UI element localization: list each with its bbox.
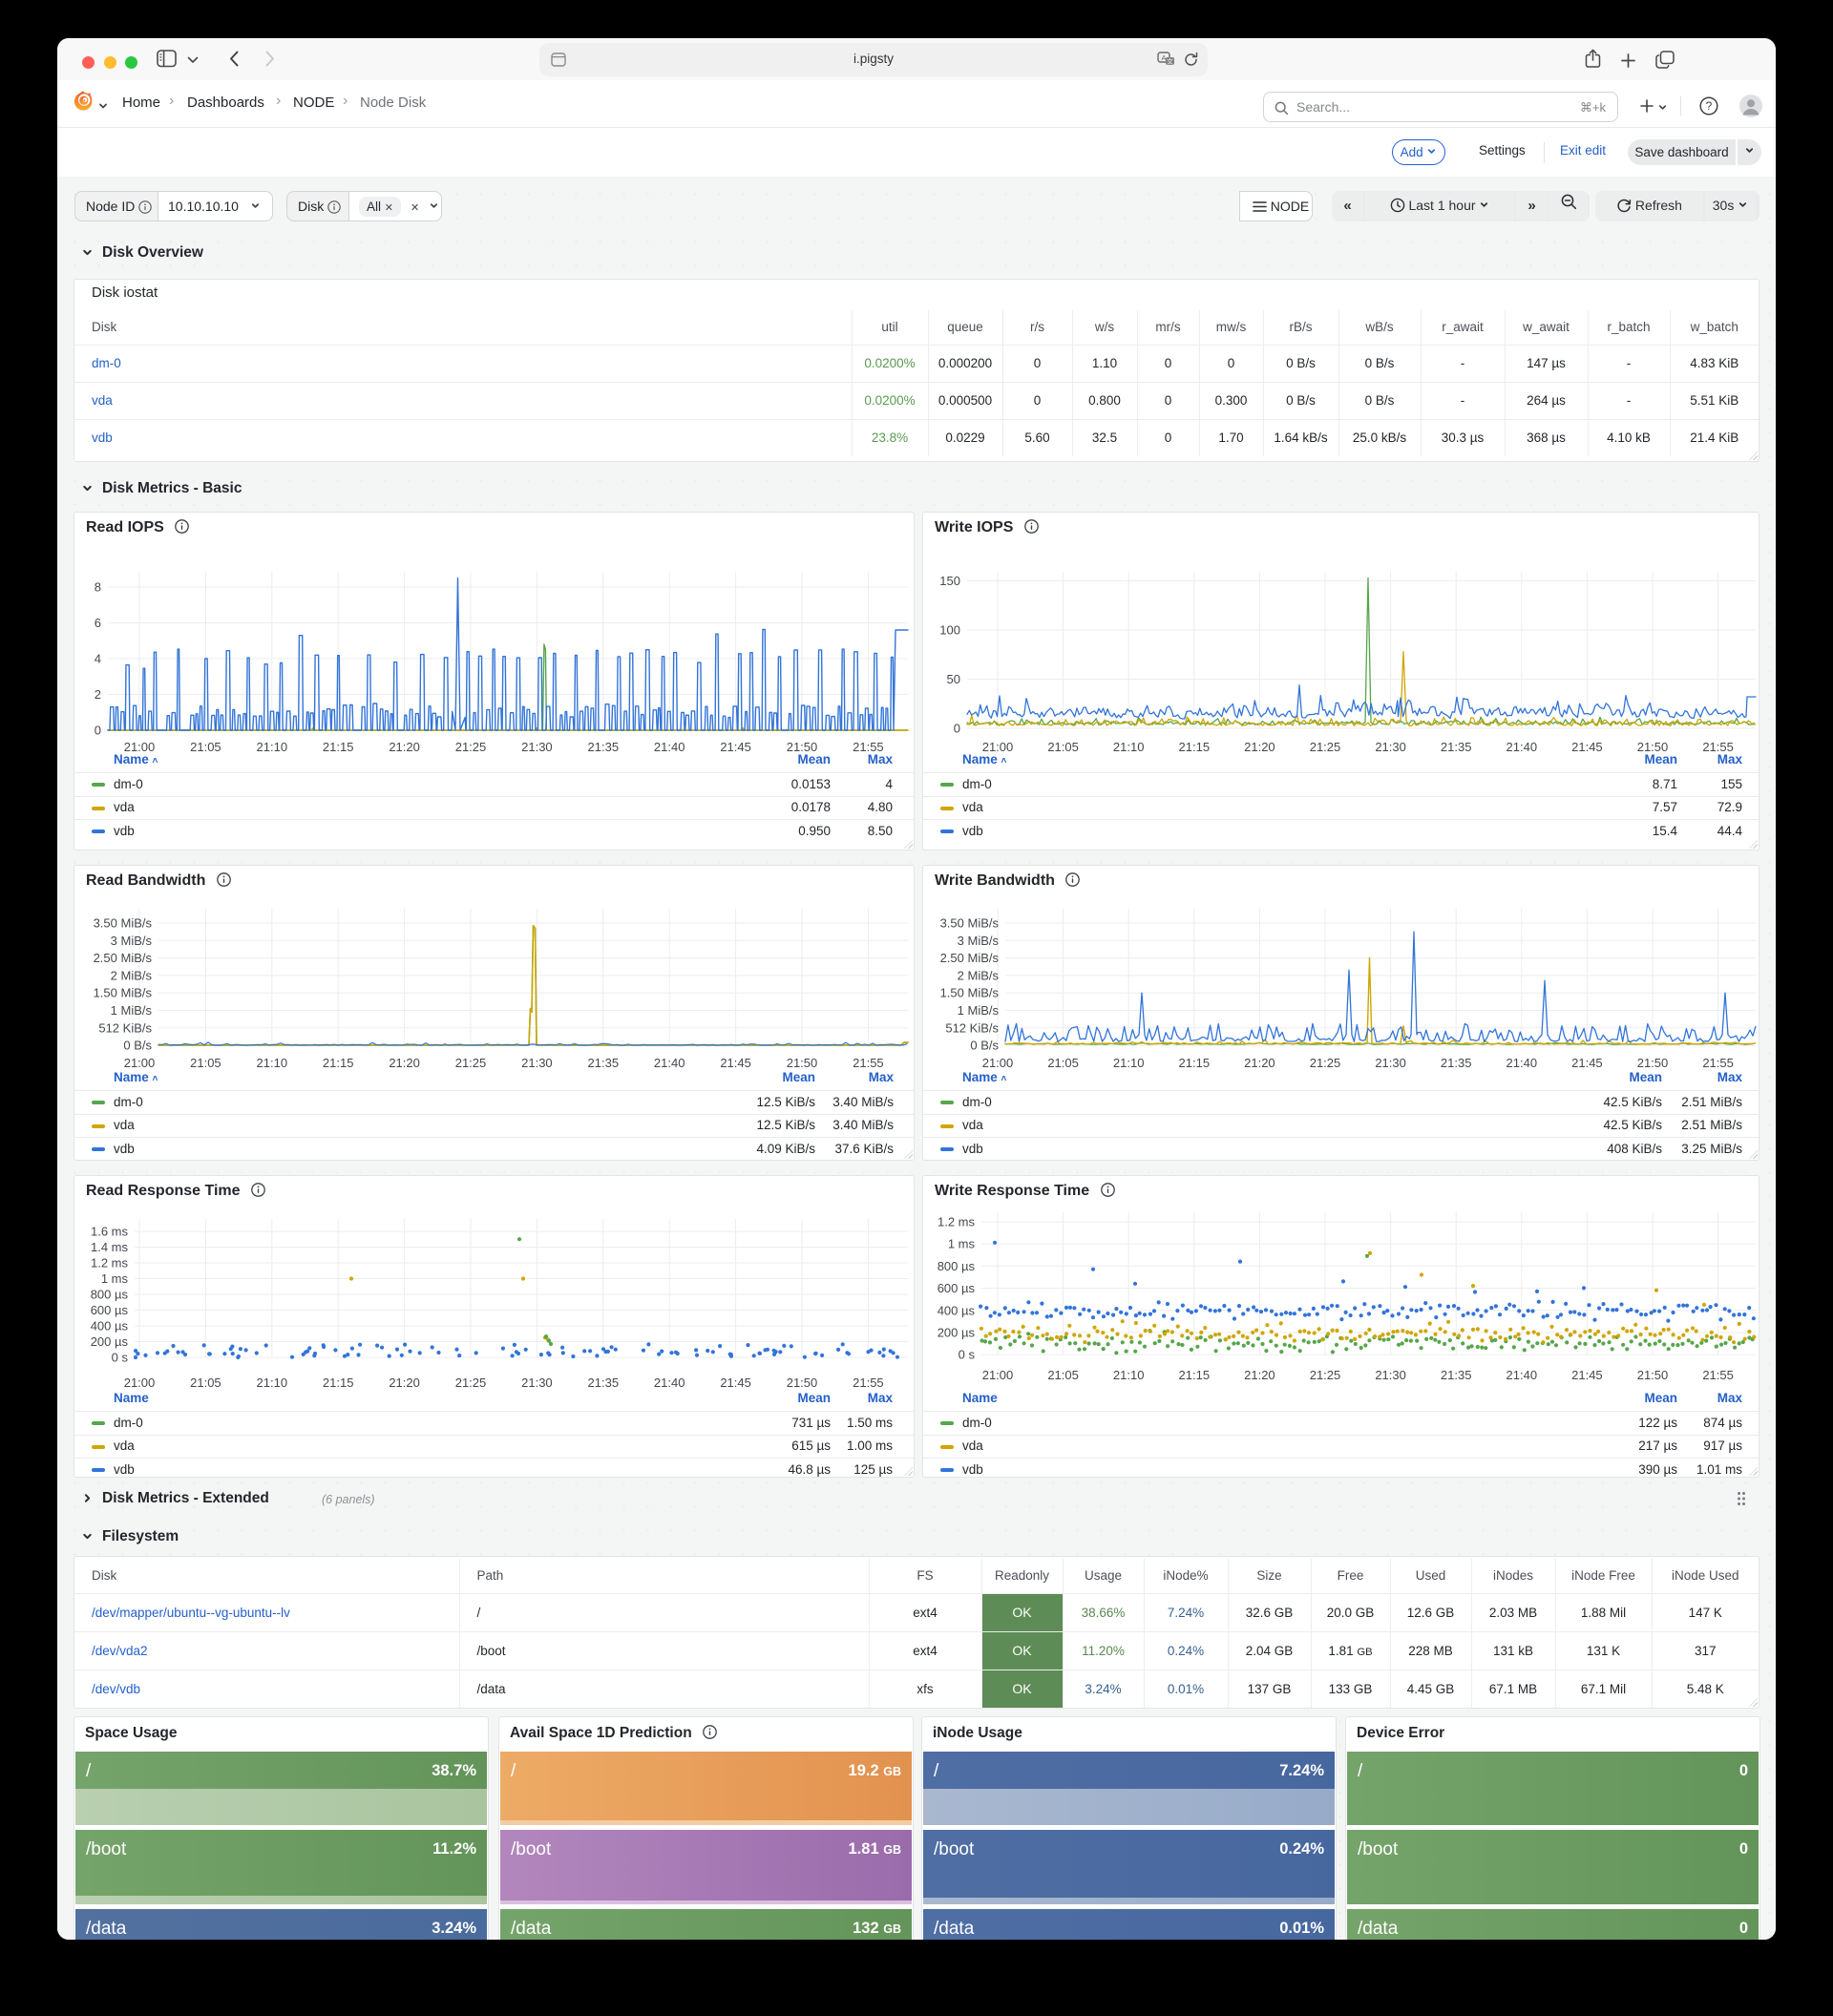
- svg-text:0 s: 0 s: [112, 1351, 129, 1365]
- svg-text:21:10: 21:10: [1113, 1368, 1145, 1382]
- svg-text:21:55: 21:55: [853, 1376, 884, 1390]
- svg-text:3 MiB/s: 3 MiB/s: [958, 934, 1000, 948]
- svg-text:800 µs: 800 µs: [938, 1259, 976, 1273]
- svg-text:1.2 ms: 1.2 ms: [938, 1215, 976, 1229]
- svg-text:2.50 MiB/s: 2.50 MiB/s: [94, 951, 153, 965]
- svg-text:800 µs: 800 µs: [91, 1288, 129, 1302]
- svg-text:400 µs: 400 µs: [91, 1319, 129, 1334]
- svg-text:1.50 MiB/s: 1.50 MiB/s: [94, 986, 153, 1000]
- svg-text:21:50: 21:50: [787, 1376, 818, 1390]
- svg-text:2 MiB/s: 2 MiB/s: [958, 968, 1000, 982]
- svg-text:512 KiB/s: 512 KiB/s: [945, 1020, 999, 1035]
- svg-text:21:00: 21:00: [982, 1368, 1014, 1382]
- svg-text:512 KiB/s: 512 KiB/s: [98, 1020, 152, 1035]
- svg-text:8: 8: [95, 580, 101, 595]
- svg-text:21:55: 21:55: [1702, 1368, 1734, 1382]
- svg-text:1 ms: 1 ms: [101, 1271, 129, 1286]
- svg-text:21:25: 21:25: [455, 1376, 487, 1390]
- svg-text:21:35: 21:35: [588, 1376, 620, 1390]
- svg-text:?: ?: [1706, 99, 1713, 113]
- svg-text:6: 6: [95, 616, 101, 630]
- svg-text:文: 文: [1167, 56, 1173, 65]
- svg-text:1.6 ms: 1.6 ms: [91, 1225, 129, 1239]
- svg-text:150: 150: [939, 574, 960, 588]
- svg-text:100: 100: [939, 623, 960, 638]
- svg-text:2: 2: [95, 687, 101, 702]
- svg-text:1.4 ms: 1.4 ms: [91, 1240, 129, 1254]
- svg-text:4: 4: [95, 652, 101, 666]
- svg-text:21:10: 21:10: [257, 1376, 288, 1390]
- svg-text:21:05: 21:05: [1047, 1368, 1079, 1382]
- svg-text:50: 50: [947, 672, 960, 686]
- svg-text:21:40: 21:40: [1506, 1368, 1538, 1382]
- svg-text:0: 0: [954, 722, 960, 736]
- svg-text:600 µs: 600 µs: [938, 1281, 976, 1295]
- svg-text:0 B/s: 0 B/s: [970, 1039, 999, 1053]
- svg-text:21:20: 21:20: [1244, 1368, 1275, 1382]
- svg-text:0 s: 0 s: [959, 1348, 976, 1362]
- svg-text:21:50: 21:50: [1637, 1368, 1669, 1382]
- svg-text:21:15: 21:15: [323, 1376, 354, 1390]
- svg-text:21:30: 21:30: [521, 1376, 553, 1390]
- svg-text:1.2 ms: 1.2 ms: [91, 1256, 129, 1270]
- svg-text:1 ms: 1 ms: [948, 1237, 976, 1251]
- svg-text:21:15: 21:15: [1179, 1368, 1211, 1382]
- svg-text:400 µs: 400 µs: [938, 1303, 976, 1317]
- svg-text:2.50 MiB/s: 2.50 MiB/s: [940, 951, 1000, 965]
- svg-text:21:00: 21:00: [124, 1376, 156, 1390]
- svg-text:21:30: 21:30: [1375, 1368, 1406, 1382]
- svg-text:21:35: 21:35: [1441, 1368, 1472, 1382]
- svg-text:200 µs: 200 µs: [91, 1334, 129, 1349]
- svg-text:0 B/s: 0 B/s: [123, 1039, 152, 1053]
- svg-text:21:20: 21:20: [389, 1376, 420, 1390]
- svg-text:0: 0: [95, 724, 101, 738]
- svg-text:21:45: 21:45: [720, 1376, 751, 1390]
- svg-text:2 MiB/s: 2 MiB/s: [111, 968, 153, 982]
- svg-text:21:05: 21:05: [190, 1376, 221, 1390]
- svg-text:600 µs: 600 µs: [91, 1303, 129, 1317]
- svg-text:3 MiB/s: 3 MiB/s: [111, 934, 153, 948]
- svg-text:1 MiB/s: 1 MiB/s: [958, 1003, 1000, 1018]
- svg-text:3.50 MiB/s: 3.50 MiB/s: [94, 916, 153, 931]
- svg-text:200 µs: 200 µs: [938, 1326, 976, 1340]
- svg-text:1.50 MiB/s: 1.50 MiB/s: [940, 986, 1000, 1000]
- svg-text:21:25: 21:25: [1310, 1368, 1341, 1382]
- svg-text:1 MiB/s: 1 MiB/s: [111, 1003, 153, 1018]
- svg-text:A: A: [1161, 53, 1166, 62]
- svg-text:21:40: 21:40: [654, 1376, 685, 1390]
- svg-text:3.50 MiB/s: 3.50 MiB/s: [940, 916, 1000, 931]
- svg-text:21:45: 21:45: [1571, 1368, 1603, 1382]
